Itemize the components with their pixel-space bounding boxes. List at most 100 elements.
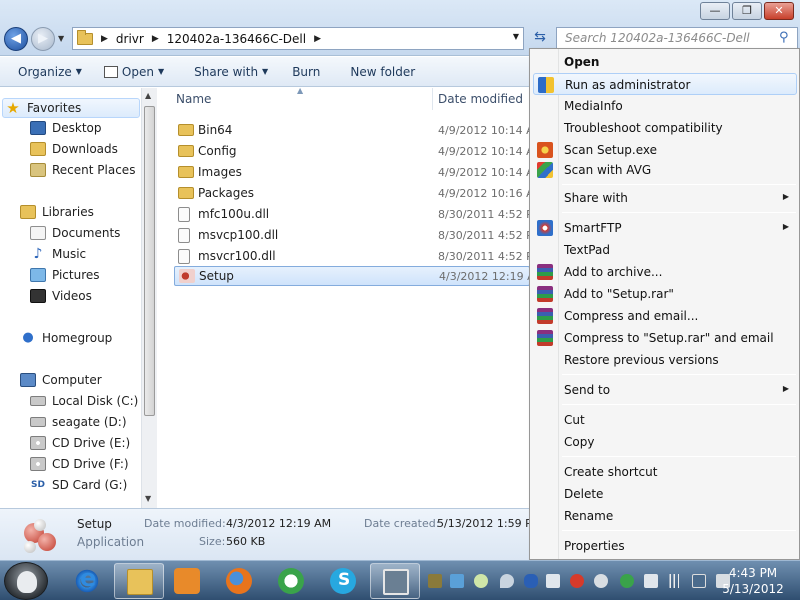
- menu-item-mediainfo[interactable]: MediaInfo: [533, 95, 797, 117]
- file-row-msvcr100-dll[interactable]: msvcr100.dll 8/30/2011 4:52 PM: [174, 246, 542, 266]
- menu-item-create-shortcut[interactable]: Create shortcut: [533, 461, 797, 483]
- taskbar-internet-explorer[interactable]: [62, 563, 112, 599]
- taskbar-skype[interactable]: [318, 563, 368, 599]
- taskbar-screen-capture[interactable]: [370, 563, 420, 599]
- sidebar-item-documents[interactable]: Documents: [30, 226, 120, 240]
- tray-droplet-icon[interactable]: [500, 574, 514, 588]
- sidebar-item-computer[interactable]: Computer: [20, 373, 102, 387]
- menu-item-run-as-administrator[interactable]: Run as administrator: [533, 73, 797, 95]
- menu-item-copy[interactable]: Copy: [533, 431, 797, 453]
- search-input[interactable]: Search 120402a-136466C-Dell: [556, 27, 798, 50]
- menu-item-textpad[interactable]: TextPad: [533, 239, 797, 261]
- forward-button[interactable]: ▶: [31, 27, 55, 51]
- sidebar-item-recent-places[interactable]: Recent Places: [30, 163, 135, 177]
- menu-item-restore-previous-versions[interactable]: Restore previous versions: [533, 349, 797, 371]
- burn-button[interactable]: Burn: [292, 65, 320, 79]
- scroll-down-icon[interactable]: ▼: [145, 494, 151, 503]
- menu-item-compress-and-email[interactable]: Compress and email...: [533, 305, 797, 327]
- menu-item-delete[interactable]: Delete: [533, 483, 797, 505]
- chevron-right-icon[interactable]: ▶: [152, 34, 159, 44]
- sidebar-scrollbar[interactable]: ▲ ▼: [141, 88, 157, 508]
- menu-item-properties[interactable]: Properties: [533, 535, 797, 557]
- column-header-name[interactable]: Name: [176, 92, 211, 106]
- taskbar-firefox[interactable]: [214, 563, 264, 599]
- tray-app-icon[interactable]: [428, 574, 442, 588]
- organize-button[interactable]: Organize ▼: [18, 65, 82, 79]
- column-header-date-modified[interactable]: Date modified: [438, 92, 523, 106]
- file-list: ▲ Name Date modified Bin64 4/9/2012 10:14…: [160, 86, 544, 508]
- sidebar-item-libraries[interactable]: Libraries: [20, 205, 94, 219]
- refresh-icon[interactable]: ⇆: [528, 29, 552, 49]
- menu-item-cut[interactable]: Cut: [533, 409, 797, 431]
- file-row-packages[interactable]: Packages 4/9/2012 10:16 AM: [174, 183, 543, 203]
- scrollbar-thumb[interactable]: [144, 106, 155, 416]
- breadcrumb-drivr[interactable]: drivr: [116, 32, 144, 46]
- sidebar-item-homegroup[interactable]: ● Homegroup: [20, 331, 112, 346]
- wireless-icon[interactable]: [594, 574, 608, 588]
- security-check-icon[interactable]: [620, 574, 634, 588]
- open-button[interactable]: Open ▼: [103, 65, 164, 79]
- navigation-pane: ★ Favorites Desktop Downloads Recent Plac…: [0, 88, 157, 508]
- sidebar-item-local-disk-c[interactable]: Local Disk (C:): [30, 394, 138, 408]
- chevron-right-icon[interactable]: ▶: [101, 34, 108, 44]
- back-button[interactable]: ◀: [4, 27, 28, 51]
- menu-item-rename[interactable]: Rename: [533, 505, 797, 527]
- avg-icon: [537, 162, 553, 178]
- sidebar-item-seagate-d[interactable]: seagate (D:): [30, 415, 127, 429]
- menu-item-send-to[interactable]: Send to ▶: [533, 379, 797, 401]
- menu-item-scan-setup[interactable]: Scan Setup.exe: [533, 139, 797, 161]
- file-row-bin64[interactable]: Bin64 4/9/2012 10:14 AM: [174, 120, 543, 140]
- tray-app-icon[interactable]: [450, 574, 464, 588]
- taskbar-media-player[interactable]: [162, 563, 212, 599]
- menu-item-smartftp[interactable]: SmartFTP ▶: [533, 217, 797, 239]
- battery-icon[interactable]: [692, 574, 706, 588]
- file-row-config[interactable]: Config 4/9/2012 10:14 AM: [174, 141, 543, 161]
- address-dropdown-icon[interactable]: ▼: [513, 32, 519, 41]
- column-divider[interactable]: [432, 88, 433, 110]
- submenu-arrow-icon: ▶: [782, 222, 789, 231]
- recent-pages-dropdown[interactable]: ▼: [58, 34, 64, 43]
- tray-app-icon[interactable]: [546, 574, 560, 588]
- safely-remove-hardware-icon[interactable]: [644, 574, 658, 588]
- breadcrumb-current-folder[interactable]: 120402a-136466C-Dell: [167, 32, 306, 46]
- share-with-button[interactable]: Share with ▼: [194, 65, 268, 79]
- file-row-mfc100u-dll[interactable]: mfc100u.dll 8/30/2011 4:52 PM: [174, 204, 542, 224]
- sidebar-item-sd-card-g[interactable]: SD SD Card (G:): [30, 478, 127, 492]
- tray-app-icon[interactable]: [474, 574, 488, 588]
- new-folder-button[interactable]: New folder: [350, 65, 415, 79]
- maximize-button[interactable]: ❐: [732, 2, 762, 20]
- menu-item-add-to-archive[interactable]: Add to archive...: [533, 261, 797, 283]
- file-row-images[interactable]: Images 4/9/2012 10:14 AM: [174, 162, 543, 182]
- file-row-msvcp100-dll[interactable]: msvcp100.dll 8/30/2011 4:52 PM: [174, 225, 542, 245]
- taskbar-utorrent[interactable]: [266, 563, 316, 599]
- bluetooth-icon[interactable]: [524, 574, 538, 588]
- scroll-up-icon[interactable]: ▲: [145, 91, 151, 100]
- sidebar-item-videos[interactable]: Videos: [30, 289, 92, 303]
- sidebar-item-cd-drive-e[interactable]: CD Drive (E:): [30, 436, 130, 450]
- details-created-label: Date created:: [364, 517, 440, 530]
- signal-strength-icon[interactable]: [668, 574, 682, 588]
- close-button[interactable]: ✕: [764, 2, 794, 20]
- menu-item-open[interactable]: Open: [533, 51, 797, 73]
- search-icon[interactable]: ⚲: [779, 30, 795, 45]
- minimize-button[interactable]: —: [700, 2, 730, 20]
- file-row-setup[interactable]: Setup 4/3/2012 12:19 AM: [174, 266, 544, 286]
- sidebar-item-music[interactable]: ♪ Music: [30, 247, 87, 261]
- menu-item-compress-to-setup-rar-and-email[interactable]: Compress to "Setup.rar" and email: [533, 327, 797, 349]
- system-clock[interactable]: 4:43 PM 5/13/2012: [718, 565, 788, 597]
- menu-item-troubleshoot-compatibility[interactable]: Troubleshoot compatibility: [533, 117, 797, 139]
- menu-item-scan-with-avg[interactable]: Scan with AVG: [533, 159, 797, 181]
- menu-separator: [562, 212, 796, 213]
- sidebar-item-favorites[interactable]: ★ Favorites: [2, 98, 140, 118]
- start-button[interactable]: [4, 562, 48, 600]
- sidebar-item-downloads[interactable]: Downloads: [30, 142, 118, 156]
- address-bar[interactable]: ▶ drivr ▶ 120402a-136466C-Dell ▶ ▼: [72, 27, 524, 50]
- sidebar-item-pictures[interactable]: Pictures: [30, 268, 100, 282]
- menu-item-add-to-setup-rar[interactable]: Add to "Setup.rar": [533, 283, 797, 305]
- taskbar-windows-explorer[interactable]: [114, 563, 164, 599]
- sidebar-item-cd-drive-f[interactable]: CD Drive (F:): [30, 457, 129, 471]
- chevron-right-icon[interactable]: ▶: [314, 34, 321, 44]
- menu-item-share-with[interactable]: Share with ▶: [533, 187, 797, 209]
- sidebar-item-desktop[interactable]: Desktop: [30, 121, 102, 135]
- tray-app-icon[interactable]: [570, 574, 584, 588]
